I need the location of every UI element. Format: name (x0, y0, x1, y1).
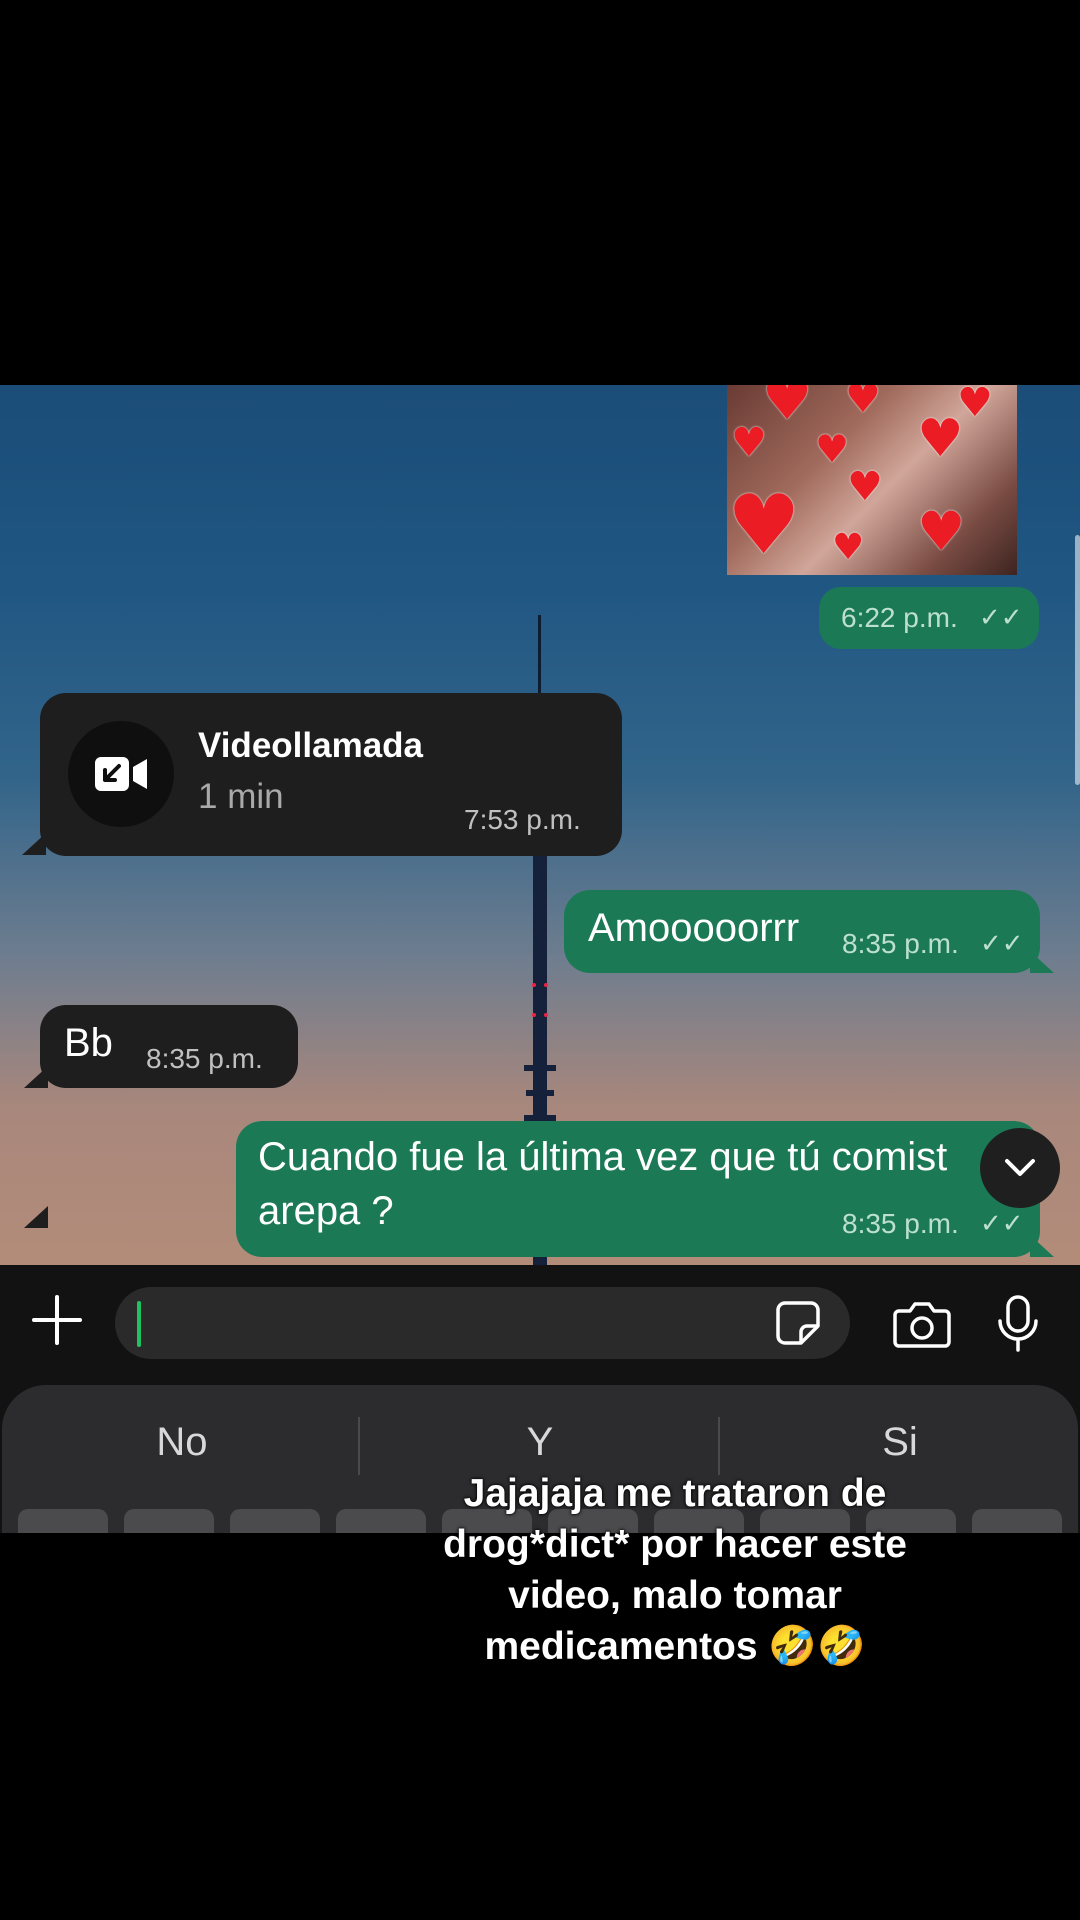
bubble-tail (1030, 951, 1054, 973)
suggestion-y[interactable]: Y (390, 1420, 690, 1465)
video-call-icon (95, 757, 147, 791)
image-message[interactable]: ♥ ♥ ♥ ♥ ♥ ♥ ♥ ♥ ♥ ♥ (727, 385, 1017, 575)
caption-line: video, malo tomar (508, 1574, 842, 1617)
read-ticks-icon: ✓✓ (979, 602, 1023, 632)
read-ticks-icon: ✓✓ (980, 1208, 1024, 1238)
message-bubble-outgoing[interactable]: Cuando fue la última vez que tú comist a… (236, 1121, 1040, 1257)
suggestion-divider (358, 1417, 360, 1475)
bubble-tail (24, 1066, 48, 1088)
suggestion-no[interactable]: No (32, 1420, 332, 1465)
message-time: 8:35 p.m. (842, 1208, 959, 1239)
video-call-icon-circle (68, 721, 174, 827)
camera-icon[interactable] (893, 1299, 951, 1349)
text-cursor (137, 1301, 141, 1347)
bubble-tail (22, 833, 46, 855)
message-time: 7:53 p.m. (464, 804, 581, 835)
caption-line: medicamentos 🤣🤣 (484, 1625, 866, 1668)
message-time: 6:22 p.m. (841, 602, 958, 633)
call-duration: 1 min (198, 777, 284, 816)
message-text-line-2: arepa ? (258, 1189, 394, 1233)
mic-icon[interactable] (995, 1295, 1041, 1353)
plus-icon[interactable] (30, 1293, 84, 1347)
keyboard-key[interactable] (124, 1509, 214, 1533)
keyboard-key[interactable] (18, 1509, 108, 1533)
message-time: 8:35 p.m. (146, 1043, 263, 1074)
bubble-tail (1030, 1235, 1054, 1257)
caption-line: drog*dict* por hacer este (443, 1523, 907, 1566)
chat-area[interactable]: ♥ ♥ ♥ ♥ ♥ ♥ ♥ ♥ ♥ ♥ 6:22 p.m. ✓✓ Videoll… (0, 385, 1080, 1265)
read-ticks-icon: ✓✓ (980, 928, 1024, 958)
message-text: Bb (64, 1021, 113, 1065)
message-bubble-incoming[interactable]: Bb 8:35 p.m. (40, 1005, 298, 1088)
message-composer (0, 1265, 1080, 1385)
message-text: Amooooorrr (588, 906, 800, 950)
video-call-bubble[interactable]: Videollamada 1 min 7:53 p.m. (40, 693, 622, 856)
chevron-down-icon (1005, 1159, 1035, 1176)
sticker-icon[interactable] (775, 1300, 821, 1346)
image-timestamp-bubble: 6:22 p.m. ✓✓ (819, 587, 1039, 649)
message-bubble-outgoing[interactable]: Amooooorrr 8:35 p.m. ✓✓ (564, 890, 1040, 973)
bubble-tail (24, 1206, 48, 1228)
call-title: Videollamada (198, 726, 424, 765)
message-input[interactable] (151, 1297, 715, 1351)
message-input-box[interactable] (115, 1287, 850, 1359)
caption-line: Jajajaja me trataron de (463, 1472, 887, 1515)
keyboard-key[interactable] (972, 1509, 1062, 1533)
suggestion-si[interactable]: Si (750, 1420, 1050, 1465)
video-caption: Jajajaja me trataron de drog*dict* por h… (400, 1468, 950, 1672)
suggestion-divider (718, 1417, 720, 1475)
keyboard-key[interactable] (230, 1509, 320, 1533)
scroll-to-bottom-button[interactable] (980, 1128, 1060, 1208)
message-time: 8:35 p.m. (842, 928, 959, 959)
scrollbar-thumb[interactable] (1075, 535, 1080, 785)
message-text-line-1: Cuando fue la última vez que tú comist (258, 1135, 948, 1179)
